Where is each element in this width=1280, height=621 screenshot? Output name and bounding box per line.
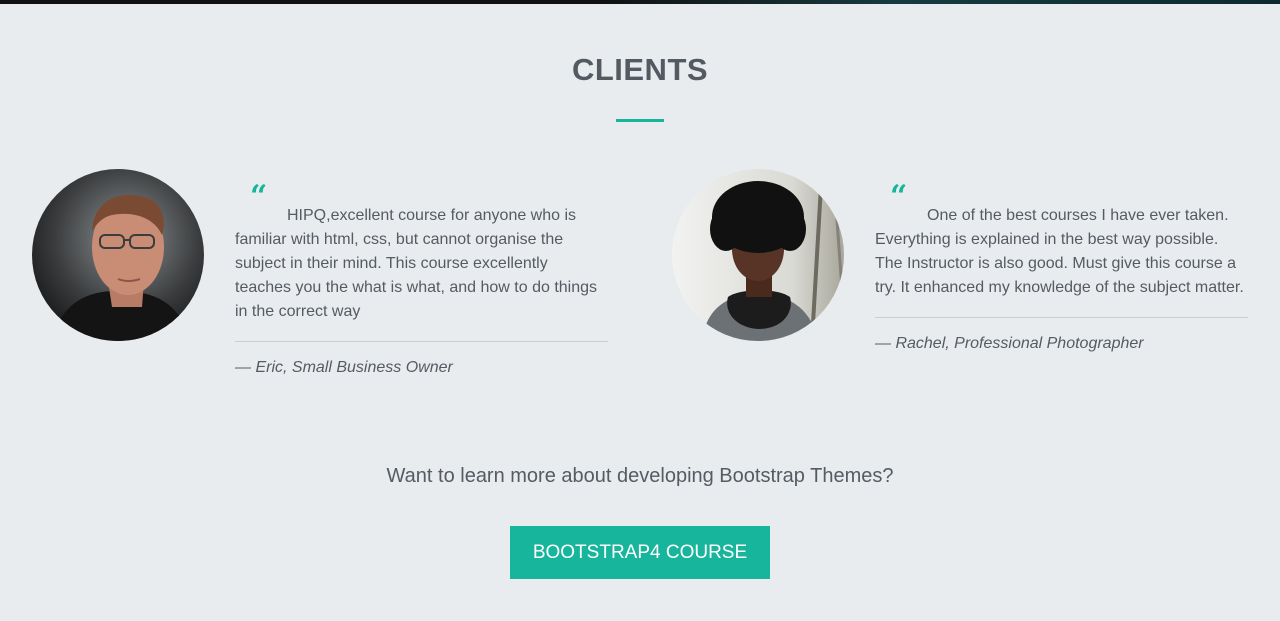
testimonial-divider: [875, 317, 1248, 318]
top-strip: [0, 0, 1280, 4]
section-title: CLIENTS: [571, 52, 709, 87]
testimonial-author: — Eric, Small Business Owner: [235, 359, 453, 376]
testimonial-author: — Rachel, Professional Photographer: [875, 335, 1144, 352]
testimonial-text: One of the best courses I have ever take…: [875, 207, 1244, 296]
testimonial-eric: “ HIPQ,excellent course for anyone who i…: [235, 182, 608, 377]
bootstrap-course-button[interactable]: BOOTSTRAP4 COURSE: [510, 526, 770, 579]
quote-icon: “: [890, 179, 908, 214]
testimonial-rachel: “ One of the best courses I have ever ta…: [875, 182, 1248, 353]
quote-icon: “: [250, 179, 268, 214]
testimonial-text: HIPQ,excellent course for anyone who is …: [235, 207, 598, 320]
testimonial-divider: [235, 341, 608, 342]
client-avatar-eric: [32, 169, 204, 341]
client-avatar-rachel: [672, 169, 844, 341]
cta-text: Want to learn more about developing Boot…: [386, 465, 894, 487]
title-underline: [616, 119, 664, 122]
